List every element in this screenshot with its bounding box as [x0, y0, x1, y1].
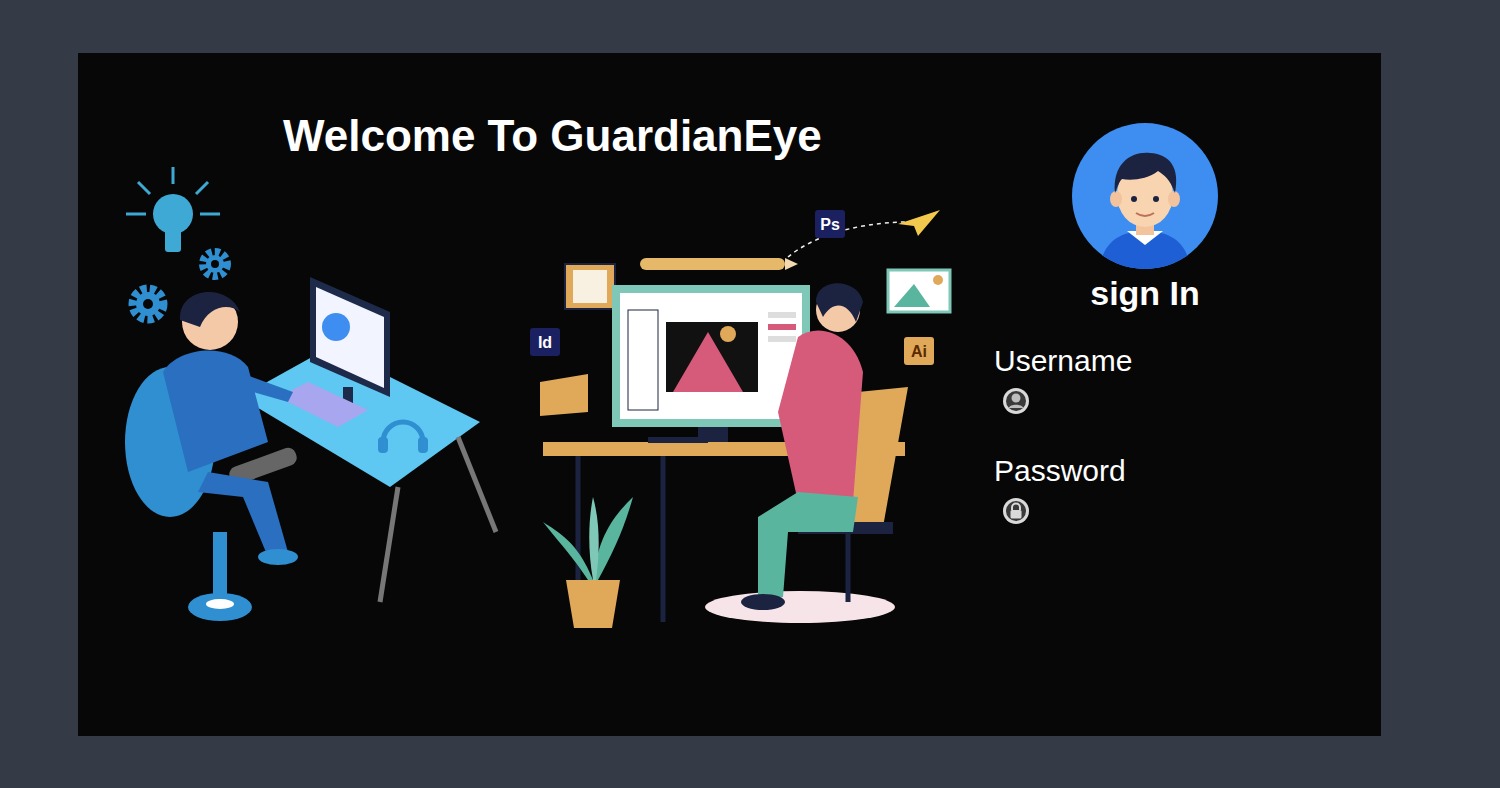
password-input[interactable] [1038, 498, 1300, 525]
app-badge: Id [530, 328, 560, 356]
welcome-panel: Welcome To GuardianEye Ps Id Ai [78, 53, 990, 736]
welcome-title: Welcome To GuardianEye [78, 53, 990, 164]
login-card: Welcome To GuardianEye Ps Id Ai sign In Usern… [78, 53, 1381, 736]
gear-icon [133, 289, 163, 319]
field-row [990, 385, 1300, 417]
signin-panel: sign In Username Password [990, 53, 1300, 736]
svg-text:Ai: Ai [911, 343, 927, 360]
user-icon [1002, 387, 1030, 415]
svg-text:Ps: Ps [820, 216, 840, 233]
username-input[interactable] [1038, 388, 1300, 415]
avatar-icon [1072, 123, 1218, 269]
field-row [990, 495, 1300, 527]
password-field: Password [990, 453, 1300, 527]
lock-icon [1002, 497, 1030, 525]
app-badge: Ps [815, 210, 845, 238]
lightbulb-icon [126, 167, 220, 252]
svg-text:Id: Id [538, 334, 552, 351]
field-label: Username [990, 343, 1300, 379]
username-field: Username [990, 343, 1300, 417]
page: Welcome To GuardianEye Ps Id Ai sign In Usern… [0, 0, 1500, 788]
paper-plane-icon [898, 210, 940, 236]
image-icon [888, 270, 950, 312]
gear-icon [203, 252, 227, 276]
app-badge: Ai [904, 337, 934, 365]
signin-heading: sign In [1090, 273, 1200, 313]
field-label: Password [990, 453, 1300, 489]
workspace-illustration: Ps Id Ai [118, 152, 968, 632]
